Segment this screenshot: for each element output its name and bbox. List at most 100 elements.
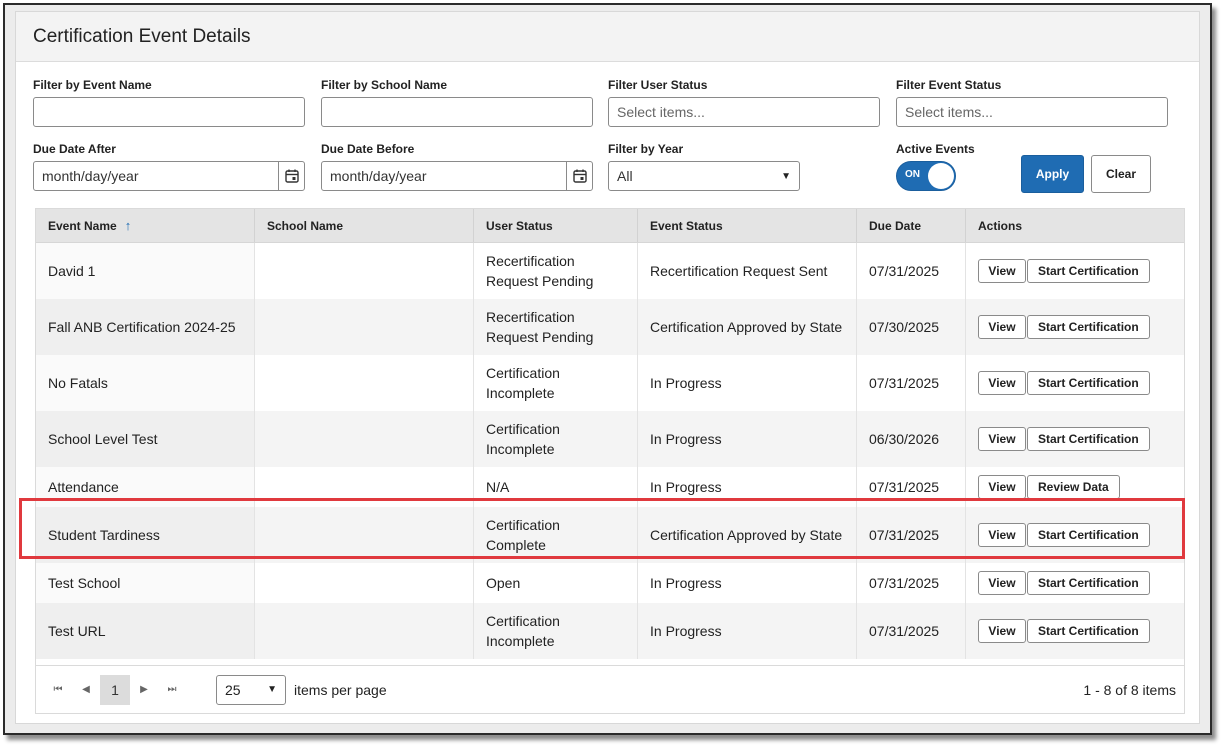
- year-select[interactable]: All ▼: [608, 161, 800, 191]
- cell-event-name: Fall ANB Certification 2024-25: [36, 299, 255, 355]
- view-button[interactable]: View: [978, 571, 1026, 595]
- column-label: Event Name: [48, 218, 117, 233]
- user-status-line: Open: [486, 575, 521, 591]
- cell-event-status: In Progress: [638, 411, 857, 467]
- last-page-icon[interactable]: ⏭: [158, 676, 186, 704]
- apply-button[interactable]: Apply: [1021, 155, 1084, 193]
- cell-actions: View Start Certification: [966, 507, 1184, 563]
- school-name-input[interactable]: [321, 97, 593, 127]
- column-header-event-status[interactable]: Event Status: [638, 209, 857, 242]
- pagination-summary: 1 - 8 of 8 items: [1083, 681, 1176, 698]
- row-action-button[interactable]: Review Data: [1027, 475, 1120, 499]
- column-header-school-name[interactable]: School Name: [255, 209, 474, 242]
- cell-due-date: 07/31/2025: [857, 563, 966, 603]
- column-header-event-name[interactable]: Event Name ↑: [36, 209, 255, 242]
- cell-user-status: Certification Complete: [474, 507, 638, 563]
- view-button[interactable]: View: [978, 259, 1026, 283]
- cell-due-date: 07/31/2025: [857, 467, 966, 507]
- user-status-line: Incomplete: [486, 441, 555, 457]
- view-button[interactable]: View: [978, 475, 1026, 499]
- user-status-line: Certification: [486, 365, 560, 381]
- row-action-button[interactable]: Start Certification: [1027, 427, 1150, 451]
- cell-school-name: [255, 243, 474, 299]
- cell-school-name: [255, 603, 474, 659]
- school-name-filter: Filter by School Name: [321, 78, 593, 127]
- year-filter-label: Filter by Year: [608, 142, 684, 156]
- cell-event-status: In Progress: [638, 563, 857, 603]
- event-status-multiselect[interactable]: Select items...: [896, 97, 1168, 127]
- previous-page-icon[interactable]: ◀: [72, 676, 100, 704]
- first-page-icon[interactable]: ⏮: [44, 676, 72, 704]
- cell-due-date: 07/31/2025: [857, 507, 966, 563]
- pagination-bar: ⏮ ◀ 1 ▶ ⏭ 25 ▼ items per page 1 - 8 of 8…: [36, 665, 1184, 713]
- year-filter: Filter by Year All ▼: [608, 142, 800, 191]
- cell-event-status: In Progress: [638, 467, 857, 507]
- view-button[interactable]: View: [978, 619, 1026, 643]
- due-after-date-picker[interactable]: month/day/year: [33, 161, 305, 191]
- column-header-actions: Actions: [978, 218, 1023, 233]
- cell-actions: View Start Certification: [966, 355, 1184, 411]
- event-name-filter: Filter by Event Name: [33, 78, 305, 127]
- event-name-filter-label: Filter by Event Name: [33, 78, 152, 92]
- cell-due-date: 07/31/2025: [857, 243, 966, 299]
- table-row: David 1 Recertification Request Pending Rec…: [36, 243, 1184, 299]
- view-button[interactable]: View: [978, 523, 1026, 547]
- due-before-date-picker[interactable]: month/day/year: [321, 161, 593, 191]
- cell-due-date: 07/30/2025: [857, 299, 966, 355]
- school-name-filter-label: Filter by School Name: [321, 78, 448, 92]
- cell-event-name: Test School: [36, 563, 255, 603]
- table-row: No Fatals Certification Incomplete In Progr…: [36, 355, 1184, 411]
- due-after-filter: Due Date After month/day/year: [33, 142, 305, 191]
- caret-down-icon: ▼: [267, 684, 277, 695]
- due-before-label: Due Date Before: [321, 142, 415, 156]
- row-action-button[interactable]: Start Certification: [1027, 315, 1150, 339]
- user-status-line: Recertification: [486, 253, 575, 269]
- next-page-icon[interactable]: ▶: [130, 676, 158, 704]
- table-row: School Level Test Certification Incomplete…: [36, 411, 1184, 467]
- cell-due-date: 07/31/2025: [857, 603, 966, 659]
- cell-event-name: Student Tardiness: [36, 507, 255, 563]
- active-events-toggle[interactable]: ON: [896, 161, 956, 191]
- user-status-line: Complete: [486, 537, 546, 553]
- items-per-page-label: items per page: [294, 681, 387, 698]
- cell-event-status: In Progress: [638, 355, 857, 411]
- cell-due-date: 07/31/2025: [857, 355, 966, 411]
- page-size-select[interactable]: 25 ▼: [216, 674, 286, 705]
- table-row: Test URL Certification Incomplete In Progre…: [36, 603, 1184, 659]
- column-header-user-status[interactable]: User Status: [474, 209, 638, 242]
- view-button[interactable]: View: [978, 371, 1026, 395]
- due-before-input[interactable]: month/day/year: [322, 162, 566, 190]
- event-name-input[interactable]: [33, 97, 305, 127]
- user-status-multiselect[interactable]: Select items...: [608, 97, 880, 127]
- cell-event-name: David 1: [36, 243, 255, 299]
- cell-actions: View Start Certification: [966, 243, 1184, 299]
- row-action-button[interactable]: Start Certification: [1027, 619, 1150, 643]
- user-status-line: N/A: [486, 479, 510, 495]
- panel-header: Certification Event Details: [16, 12, 1199, 62]
- row-action-button[interactable]: Start Certification: [1027, 259, 1150, 283]
- row-action-button[interactable]: Start Certification: [1027, 571, 1150, 595]
- row-action-button[interactable]: Start Certification: [1027, 523, 1150, 547]
- cell-actions: View Start Certification: [966, 603, 1184, 659]
- due-before-filter: Due Date Before month/day/year: [321, 142, 593, 191]
- row-action-button[interactable]: Start Certification: [1027, 371, 1150, 395]
- cell-school-name: [255, 299, 474, 355]
- due-after-input[interactable]: month/day/year: [34, 162, 278, 190]
- column-header-due-date[interactable]: Due Date: [857, 209, 966, 242]
- view-button[interactable]: View: [978, 315, 1026, 339]
- user-status-line: Request Pending: [486, 329, 594, 345]
- calendar-icon[interactable]: [566, 162, 592, 190]
- view-button[interactable]: View: [978, 427, 1026, 451]
- cell-event-status: Recertification Request Sent: [638, 243, 857, 299]
- event-status-filter: Filter Event Status Select items...: [896, 78, 1168, 127]
- clear-button[interactable]: Clear: [1091, 155, 1151, 193]
- cell-user-status: Recertification Request Pending: [474, 243, 638, 299]
- event-status-filter-label: Filter Event Status: [896, 78, 1002, 92]
- cell-user-status: Recertification Request Pending: [474, 299, 638, 355]
- calendar-icon[interactable]: [278, 162, 304, 190]
- table-body: David 1 Recertification Request Pending Rec…: [36, 243, 1184, 659]
- cell-school-name: [255, 563, 474, 603]
- cell-user-status: Certification Incomplete: [474, 603, 638, 659]
- year-select-value: All: [617, 168, 633, 184]
- page-number-current[interactable]: 1: [100, 674, 130, 705]
